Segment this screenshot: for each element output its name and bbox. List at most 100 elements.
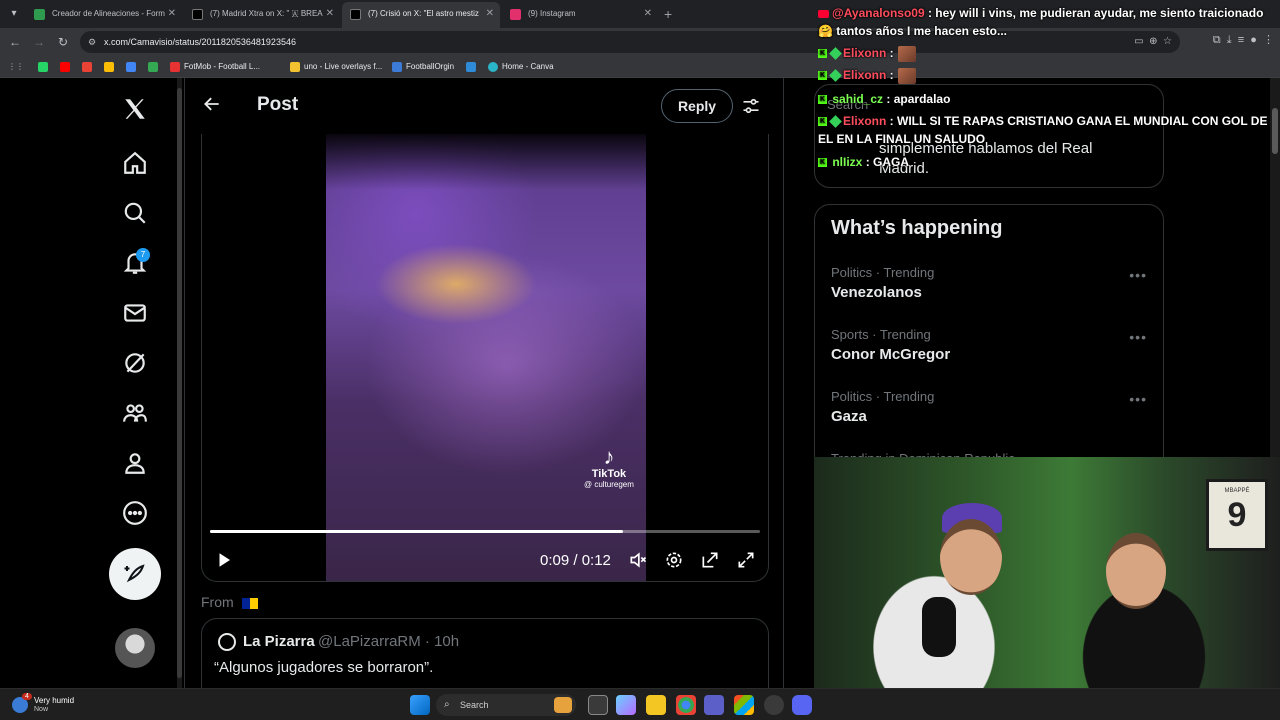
- store-icon[interactable]: [734, 695, 754, 715]
- quote-author-name[interactable]: La Pizarra: [243, 633, 315, 650]
- communities-icon[interactable]: [112, 390, 158, 436]
- x-logo-icon[interactable]: [112, 86, 158, 132]
- bookmark-sheets-icon[interactable]: [148, 56, 162, 78]
- tab-search-menu[interactable]: ▾: [4, 4, 24, 24]
- task-view-icon[interactable]: [588, 695, 608, 715]
- more-dots-icon[interactable]: •••: [1129, 329, 1147, 345]
- taskbar-search[interactable]: ⌕ Search: [436, 694, 576, 716]
- more-dots-icon[interactable]: •••: [1129, 391, 1147, 407]
- browser-tab-3-active[interactable]: (7) Crisió on X: "El astro mestiz ✕: [342, 2, 500, 28]
- discord-icon[interactable]: [792, 695, 812, 715]
- teams-icon[interactable]: [704, 695, 724, 715]
- uno-icon: [290, 61, 300, 72]
- site-info-icon[interactable]: ⚙: [88, 36, 100, 48]
- chrome-icon[interactable]: [676, 695, 696, 715]
- video-settings-gear-icon[interactable]: [662, 548, 686, 572]
- forward-icon[interactable]: →: [30, 33, 48, 51]
- notifications-bell-icon[interactable]: 7: [112, 240, 158, 286]
- tab-close-icon[interactable]: ✕: [644, 3, 652, 25]
- taskbar-search-label: Search: [460, 700, 489, 710]
- trend-item[interactable]: Politics · Trending Gaza •••: [831, 389, 1151, 441]
- windows-start-icon[interactable]: [410, 695, 430, 715]
- video-progress-bar[interactable]: [210, 530, 760, 533]
- kick-icon: K: [818, 158, 827, 168]
- app-icon[interactable]: [764, 695, 784, 715]
- profile-icon[interactable]: [112, 440, 158, 486]
- bookmark-youtube-icon[interactable]: [60, 56, 74, 78]
- bookmark-drive-icon[interactable]: [104, 56, 118, 78]
- instagram-favicon-icon: [510, 9, 521, 20]
- browser-tab-1[interactable]: Creador de Alineaciones - Form ✕: [26, 3, 182, 25]
- streamer-right-face: [1106, 533, 1166, 609]
- apps-grid-icon[interactable]: ⋮⋮: [8, 56, 24, 78]
- bookmark-fotmob[interactable]: FotMob - Football L...: [170, 56, 260, 78]
- new-tab-icon[interactable]: +: [664, 4, 672, 24]
- bookmark-edge-icon[interactable]: [466, 56, 480, 78]
- kick-icon: K: [818, 117, 827, 127]
- notifications-badge: 7: [136, 248, 150, 262]
- chat-username: Elixonn: [843, 68, 887, 82]
- tab-label: Creador de Alineaciones - Form: [52, 9, 165, 18]
- chat-text: GAGA: [873, 155, 910, 169]
- chat-username: Elixonn: [843, 46, 887, 60]
- copilot-icon[interactable]: [616, 695, 636, 715]
- video-player[interactable]: ♪ TikTok @ culturegem 0:09 / 0:12: [201, 134, 769, 582]
- bookmark-gmail-icon[interactable]: [82, 56, 96, 78]
- fullscreen-icon[interactable]: [734, 548, 758, 572]
- tab-favicon-icon: [34, 9, 45, 20]
- play-icon[interactable]: [212, 548, 236, 572]
- bookmark-whatsapp-icon[interactable]: [38, 56, 52, 78]
- reply-button[interactable]: Reply: [661, 89, 733, 123]
- tab-close-icon[interactable]: ✕: [486, 2, 494, 26]
- browser-tab-4[interactable]: (9) Instagram ✕: [502, 3, 658, 25]
- page-title: Post: [257, 94, 299, 115]
- account-avatar[interactable]: [115, 628, 155, 668]
- bookmark-calendar-icon[interactable]: [126, 56, 140, 78]
- bookmark-canva[interactable]: Home - Canva: [488, 56, 554, 78]
- bookmark-label: Home - Canva: [502, 62, 554, 71]
- microphone-left: [922, 597, 956, 657]
- weather-widget[interactable]: 4 Very humid Now: [12, 693, 102, 717]
- settings-sliders-icon[interactable]: [741, 96, 761, 121]
- bookmark-footballorgin[interactable]: FootballOrgin: [392, 56, 454, 78]
- back-arrow-icon[interactable]: [202, 94, 222, 119]
- microphone-right: [1126, 627, 1160, 687]
- tab-close-icon[interactable]: ✕: [168, 3, 176, 25]
- more-options-icon[interactable]: [112, 490, 158, 536]
- picture-in-picture-icon[interactable]: [698, 548, 722, 572]
- trend-name: Gaza: [831, 408, 867, 425]
- trend-name: Conor McGregor: [831, 346, 951, 363]
- reload-icon[interactable]: ↻: [54, 33, 72, 51]
- badge-icon: [829, 69, 842, 83]
- framed-jersey: MBAPPÉ 9: [1206, 479, 1268, 551]
- trend-item[interactable]: Politics · Trending Venezolanos •••: [831, 265, 1151, 317]
- browser-tab-2[interactable]: (7) Madrid Xtra on X: " 🇦 BREA ✕: [184, 3, 340, 25]
- explore-search-icon[interactable]: [112, 190, 158, 236]
- quote-author-handle: @LaPizarraRM · 10h: [318, 633, 460, 650]
- main-scrollbar[interactable]: [177, 78, 182, 688]
- bookmark-label: FootballOrgin: [406, 62, 455, 71]
- feather-plus-icon: [124, 564, 145, 583]
- trend-item[interactable]: Sports · Trending Conor McGregor •••: [831, 327, 1151, 379]
- bookmark-label: FotMob - Football L...: [184, 62, 261, 71]
- more-dots-icon[interactable]: •••: [1129, 267, 1147, 283]
- messages-mail-icon[interactable]: [112, 290, 158, 336]
- back-icon[interactable]: ←: [6, 33, 24, 51]
- tiktok-username: @ culturegem: [584, 480, 634, 489]
- chat-message: K nlIizx : GAGA: [818, 155, 910, 169]
- chat-text: WILL SI TE RAPAS CRISTIANO GANA EL MUNDI…: [818, 114, 1268, 146]
- emote-icon: [897, 67, 916, 84]
- compose-post-button[interactable]: [109, 548, 161, 600]
- post-header: Post Reply: [185, 78, 785, 134]
- bookmark-uno[interactable]: uno - Live overlays f...: [290, 56, 382, 78]
- tab-label: (7) Crisió on X: "El astro mestiz: [368, 9, 479, 18]
- streamer-left-face: [940, 519, 1002, 595]
- tab-close-icon[interactable]: ✕: [326, 3, 334, 25]
- quoted-post[interactable]: La Pizarra @LaPizarraRM · 10h “Algunos j…: [201, 618, 769, 688]
- home-icon[interactable]: [112, 140, 158, 186]
- grok-icon[interactable]: [112, 340, 158, 386]
- file-explorer-icon[interactable]: [646, 695, 666, 715]
- chat-message: @Ayanalonso09 : hey will i vins, me pudi…: [818, 6, 1264, 38]
- url-text: x.com/Camavisio/status/20118205364819235…: [104, 37, 296, 47]
- mute-icon[interactable]: [626, 548, 650, 572]
